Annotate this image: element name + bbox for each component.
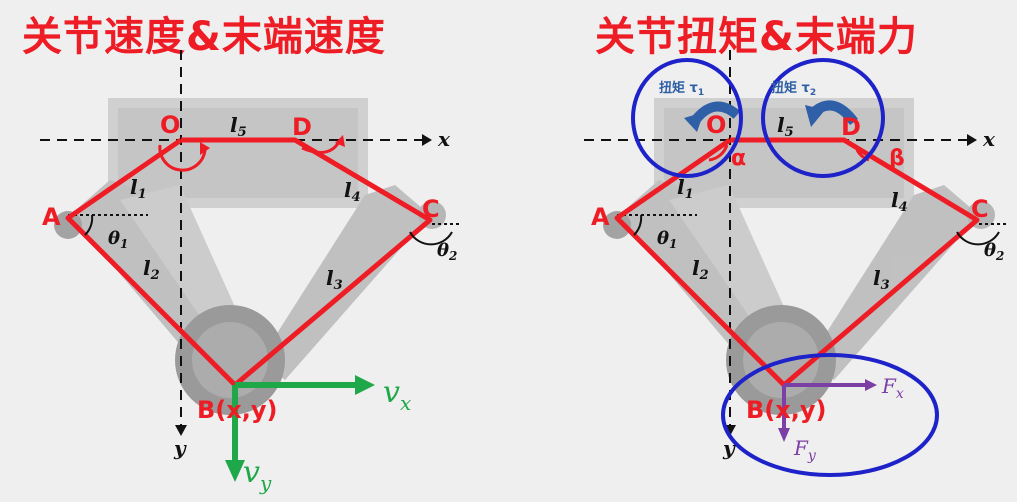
torque1-label: 扭矩 τ1 bbox=[659, 80, 704, 98]
point-A-label: A bbox=[591, 203, 610, 231]
x-axis-label: x bbox=[982, 127, 996, 151]
panel-joint-torque: 关节扭矩&末端力 O D A C B(x,y) α β x y l5 l1 l2… bbox=[509, 0, 1017, 502]
vx-arrowhead bbox=[355, 375, 375, 395]
point-B-label: B(x,y) bbox=[197, 396, 277, 424]
point-C-label: C bbox=[422, 195, 440, 223]
x-axis-arrowhead bbox=[967, 134, 977, 146]
x-axis-arrowhead bbox=[422, 134, 432, 146]
vx-label: vx bbox=[383, 375, 411, 415]
point-B-label: B(x,y) bbox=[746, 396, 826, 424]
torque2-label: 扭矩 τ2 bbox=[771, 80, 816, 98]
y-axis-arrowhead bbox=[175, 425, 187, 436]
point-D-label: D bbox=[841, 113, 861, 141]
x-axis-label: x bbox=[437, 127, 451, 151]
vy-arrowhead bbox=[225, 460, 245, 482]
point-O-label: O bbox=[706, 111, 726, 139]
mechanism-diagram: O D A C B(x,y) x y l5 l1 l2 l3 l4 θ1 θ2 … bbox=[40, 50, 460, 495]
point-A-label: A bbox=[42, 203, 61, 231]
panel-joint-velocity: 关节速度&末端速度 O D A C B(x,y) x y l5 l1 l2 l3… bbox=[0, 0, 508, 502]
fy-arrowhead bbox=[778, 428, 790, 442]
point-O-label: O bbox=[160, 111, 180, 139]
alpha-label: α bbox=[731, 146, 746, 171]
point-D-label: D bbox=[292, 113, 312, 141]
point-C-label: C bbox=[971, 195, 989, 223]
mechanism-diagram: O D A C B(x,y) α β x y l5 l1 l2 l3 l4 θ1… bbox=[584, 50, 1007, 477]
theta2-label: θ2 bbox=[984, 240, 1004, 263]
fy-label: Fy bbox=[793, 436, 817, 464]
theta2-label: θ2 bbox=[437, 240, 457, 263]
y-axis-label: y bbox=[173, 436, 187, 460]
fx-arrowhead bbox=[865, 379, 877, 391]
fx-label: Fx bbox=[881, 374, 904, 402]
y-axis-label: y bbox=[722, 436, 736, 460]
vy-label: vy bbox=[243, 455, 272, 495]
beta-label: β bbox=[889, 146, 905, 171]
